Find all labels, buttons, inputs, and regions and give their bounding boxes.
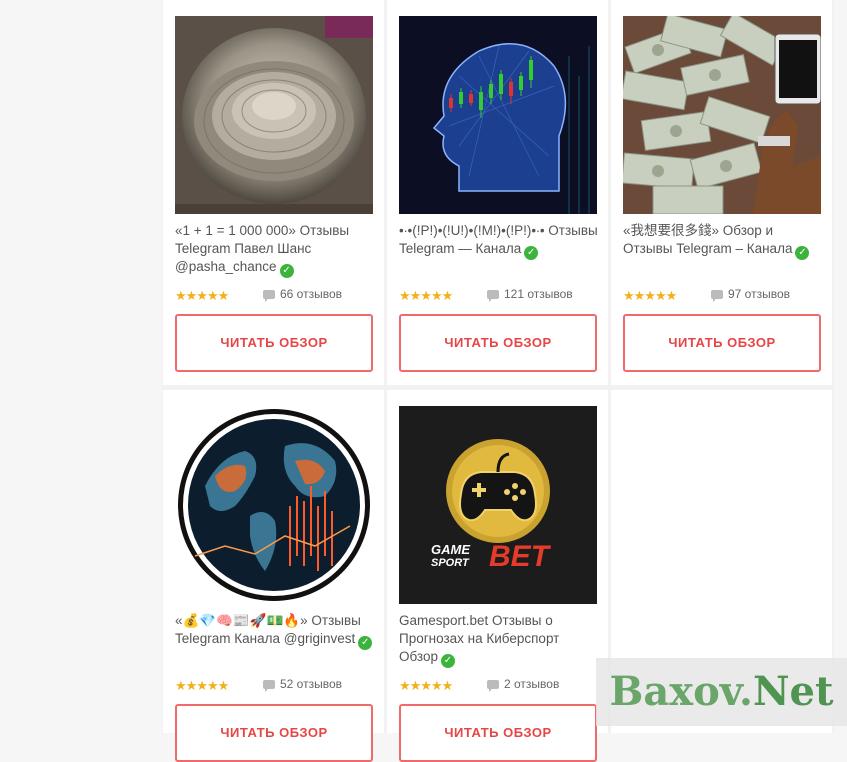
verified-check-icon: ✓ — [358, 636, 373, 650]
watermark: Baxov.Net — [596, 658, 847, 726]
card-title[interactable]: «1 + 1 = 1 000 000» Отзывы Telegram Паве… — [175, 222, 375, 278]
comment-icon — [487, 290, 499, 302]
comment-icon — [263, 290, 275, 302]
logo-game-text: GAME — [431, 542, 470, 557]
card-title[interactable]: Gamesport.bet Отзывы о Прогнозах на Кибе… — [399, 612, 599, 668]
read-review-button[interactable]: ЧИТАТЬ ОБЗОР — [399, 314, 597, 372]
review-card[interactable]: «我想要很多錢» Обзор и Отзывы Telegram – Канал… — [611, 0, 832, 385]
card-title[interactable]: «我想要很多錢» Обзор и Отзывы Telegram – Канал… — [623, 222, 823, 260]
stars-icon: ★★★★★ — [175, 288, 229, 303]
star-rating: ★★★★★ — [399, 287, 453, 303]
verified-check-icon: ✓ — [441, 654, 455, 668]
review-count: 2 отзывов — [487, 677, 559, 692]
verified-check-icon: ✓ — [795, 246, 810, 260]
card-image[interactable] — [623, 16, 821, 214]
review-count: 66 отзывов — [263, 287, 342, 302]
read-review-button[interactable]: ЧИТАТЬ ОБЗОР — [623, 314, 821, 372]
stars-icon: ★★★★★ — [399, 288, 453, 303]
star-rating: ★★★★★ — [175, 677, 229, 693]
card-image[interactable] — [175, 406, 373, 604]
read-review-button[interactable]: ЧИТАТЬ ОБЗОР — [399, 704, 597, 762]
review-count: 121 отзывов — [487, 287, 573, 302]
comment-icon — [263, 680, 275, 692]
review-card-grid: «1 + 1 = 1 000 000» Отзывы Telegram Паве… — [162, 0, 834, 762]
card-image[interactable] — [399, 16, 597, 214]
review-count: 52 отзывов — [263, 677, 342, 692]
star-rating: ★★★★★ — [175, 287, 229, 303]
read-review-button[interactable]: ЧИТАТЬ ОБЗОР — [175, 314, 373, 372]
review-card[interactable]: •∙•(!P!)•(!U!)•(!M!)•(!P!)•∙• Отзывы Tel… — [387, 0, 608, 385]
card-image[interactable]: GAME SPORT BET — [399, 406, 597, 604]
verified-check-icon: ✓ — [524, 246, 539, 260]
comment-icon — [487, 680, 499, 692]
star-rating: ★★★★★ — [623, 287, 677, 303]
logo-bet-text: BET — [489, 540, 552, 573]
review-card[interactable]: GAME SPORT BET Gamesport.bet Отзывы о Пр… — [387, 390, 608, 762]
card-title[interactable]: «💰💎🧠📰🚀💵🔥» Отзывы Telegram Канала @grigin… — [175, 612, 375, 650]
review-count: 97 отзывов — [711, 287, 790, 302]
card-title[interactable]: •∙•(!P!)•(!U!)•(!M!)•(!P!)•∙• Отзывы Tel… — [399, 222, 599, 260]
stars-icon: ★★★★★ — [623, 288, 677, 303]
read-review-button[interactable]: ЧИТАТЬ ОБЗОР — [175, 704, 373, 762]
card-image[interactable] — [175, 16, 373, 214]
review-card[interactable]: «1 + 1 = 1 000 000» Отзывы Telegram Паве… — [163, 0, 384, 385]
stars-icon: ★★★★★ — [399, 678, 453, 693]
logo-sport-text: SPORT — [431, 557, 470, 569]
star-rating: ★★★★★ — [399, 677, 453, 693]
review-card[interactable]: «💰💎🧠📰🚀💵🔥» Отзывы Telegram Канала @grigin… — [163, 390, 384, 762]
comment-icon — [711, 290, 723, 302]
stars-icon: ★★★★★ — [175, 678, 229, 693]
verified-check-icon: ✓ — [279, 264, 294, 278]
